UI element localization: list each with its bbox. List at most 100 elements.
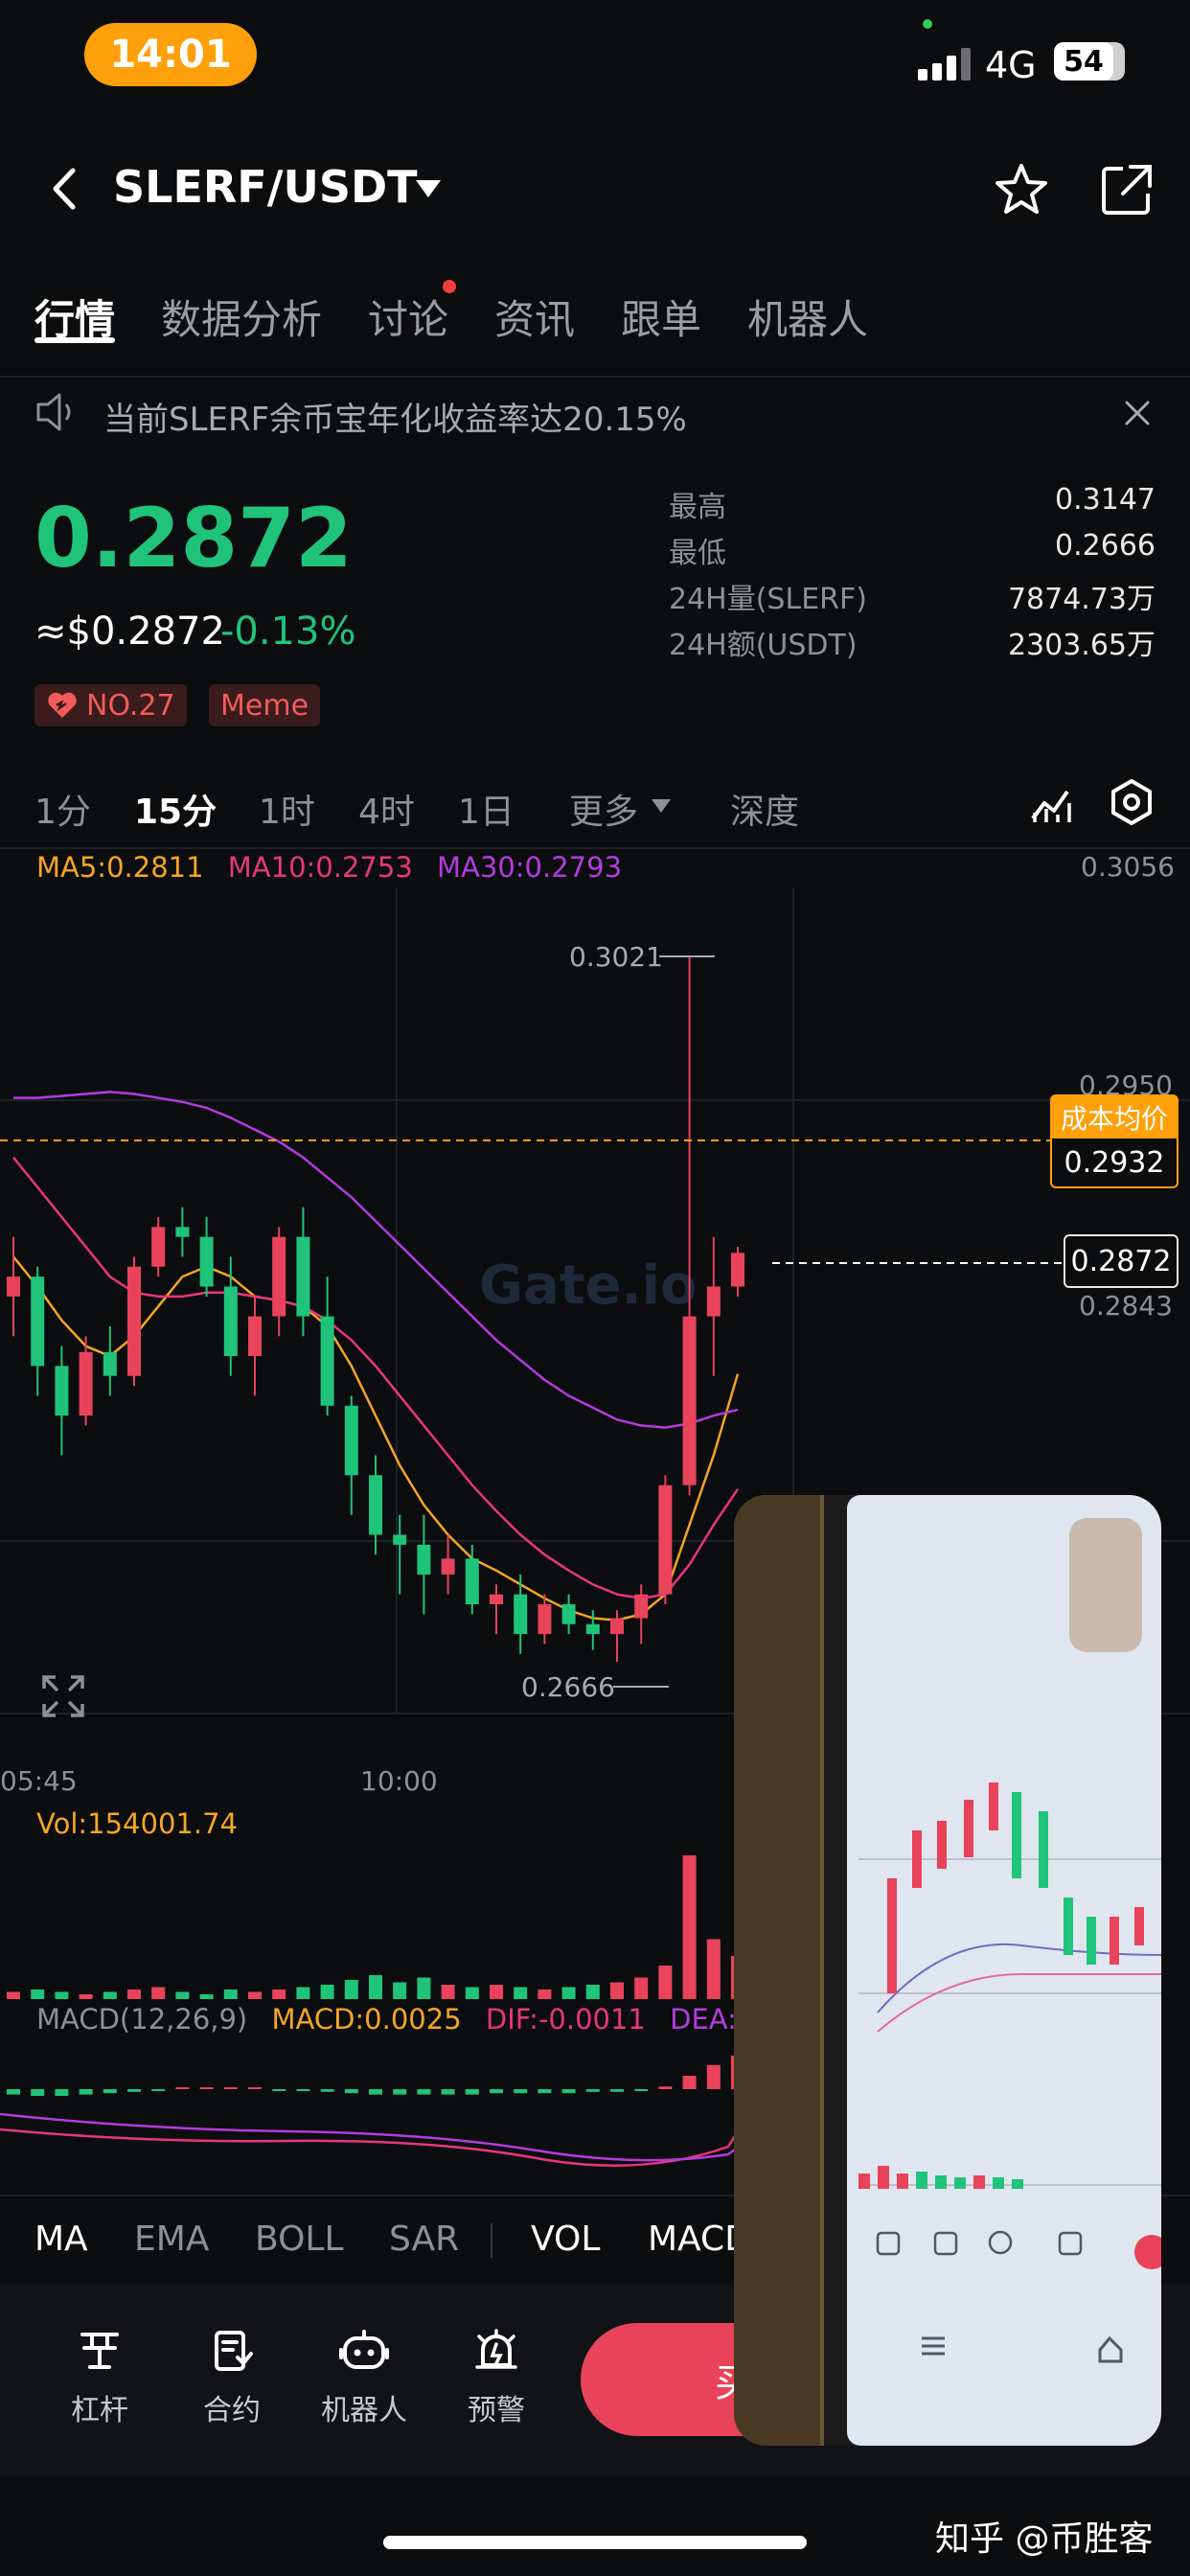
current-price-tag: 0.2872 xyxy=(1064,1234,1179,1288)
dif-value: DIF:-0.0011 xyxy=(485,2003,646,2036)
volume-bar xyxy=(55,1991,69,1999)
candle-body xyxy=(393,1534,407,1545)
candle-body xyxy=(248,1316,262,1357)
indicator-settings-icon[interactable] xyxy=(1027,778,1075,826)
candle-body xyxy=(634,1594,649,1619)
macd-bar xyxy=(55,2089,69,2096)
nav-leverage-label: 杠杆 xyxy=(71,2394,128,2427)
indicator-sar[interactable]: SAR xyxy=(389,2220,459,2259)
tab-robot[interactable]: 机器人 xyxy=(747,288,868,346)
timeframe-1d[interactable]: 1日 xyxy=(458,784,515,834)
chart-settings-icon[interactable] xyxy=(1108,778,1156,826)
tab-copy-trading[interactable]: 跟单 xyxy=(621,288,701,346)
cost-average-box[interactable]: 成本均价 0.2932 xyxy=(1050,1094,1179,1188)
close-notice-icon[interactable] xyxy=(1123,399,1152,427)
candle-body xyxy=(682,1316,697,1485)
nav-contract-label: 合约 xyxy=(203,2394,261,2427)
battery-icon: 54 xyxy=(1054,42,1125,80)
candle-body xyxy=(731,1253,744,1287)
meme-text: Meme xyxy=(220,688,309,723)
candle-body xyxy=(223,1286,238,1357)
candle-body xyxy=(55,1366,69,1416)
fullscreen-icon[interactable] xyxy=(40,1673,86,1719)
pair-title[interactable]: SLERF/USDT xyxy=(113,161,418,213)
dif-line xyxy=(0,2084,768,2167)
candle-body xyxy=(538,1604,552,1635)
video-overlay[interactable] xyxy=(734,1495,1161,2446)
candle-body xyxy=(561,1604,576,1624)
volume-bar xyxy=(585,1985,600,1999)
timeframe-more[interactable]: 更多 xyxy=(569,784,638,834)
network-type: 4G xyxy=(985,44,1037,86)
macd-bar xyxy=(248,2087,262,2089)
timeframe-1m[interactable]: 1分 xyxy=(34,784,91,834)
volume-bar xyxy=(7,1991,20,1999)
nav-contract[interactable]: 合约 xyxy=(174,2329,289,2428)
volume-bar xyxy=(465,1987,479,1999)
timeframe-15m[interactable]: 15分 xyxy=(134,784,217,834)
candle-body xyxy=(465,1558,479,1605)
macd-value: MACD:0.0025 xyxy=(271,2003,462,2036)
candle-body xyxy=(441,1558,455,1575)
macd-bar xyxy=(610,2089,624,2092)
nav-leverage[interactable]: 杠杆 xyxy=(42,2329,157,2428)
macd-bar xyxy=(417,2089,431,2095)
tab-data-analysis[interactable]: 数据分析 xyxy=(161,288,322,346)
cost-average-label: 成本均价 xyxy=(1052,1096,1177,1138)
ma30-value: MA30:0.2793 xyxy=(437,851,623,884)
favorite-star-icon[interactable] xyxy=(993,161,1050,218)
back-icon[interactable] xyxy=(48,165,82,213)
candle-body xyxy=(369,1475,382,1535)
indicator-vol[interactable]: VOL xyxy=(531,2220,600,2259)
volume-bar xyxy=(369,1975,382,1999)
candle xyxy=(175,1207,190,1257)
share-icon[interactable] xyxy=(1098,161,1156,218)
change-percent: -0.13% xyxy=(220,610,356,654)
volume-bar xyxy=(393,1982,407,1999)
indicator-boll[interactable]: BOLL xyxy=(255,2220,344,2259)
heart-icon xyxy=(48,692,77,718)
volume-bar xyxy=(514,1987,528,1999)
home-indicator[interactable] xyxy=(383,2536,807,2549)
ma10-value: MA10:0.2753 xyxy=(227,851,413,884)
axis-tick-2: 0.2843 xyxy=(1079,1290,1173,1322)
more-dropdown-icon[interactable] xyxy=(650,797,673,815)
volume-bar xyxy=(320,1985,334,1999)
tab-discussion[interactable]: 讨论 xyxy=(368,288,448,346)
macd-bar xyxy=(585,2089,600,2092)
candle xyxy=(441,1534,455,1595)
candle xyxy=(272,1227,286,1337)
nav-robot[interactable]: 机器人 xyxy=(307,2329,422,2428)
tab-news[interactable]: 资讯 xyxy=(494,288,575,346)
pair-dropdown-icon[interactable] xyxy=(414,178,443,201)
volume-bar xyxy=(103,1991,117,1999)
tabs-divider xyxy=(0,376,1190,378)
meme-badge[interactable]: Meme xyxy=(209,684,321,726)
macd-bar xyxy=(151,2089,166,2091)
candle-body xyxy=(417,1544,431,1575)
candle xyxy=(706,1236,721,1376)
rank-badge[interactable]: NO.27 xyxy=(34,684,187,726)
indicator-ma[interactable]: MA xyxy=(34,2220,88,2259)
volume-bar xyxy=(175,1991,190,1999)
candle-body xyxy=(585,1623,600,1635)
battery-level: 54 xyxy=(1054,42,1113,80)
indicator-ema[interactable]: EMA xyxy=(134,2220,209,2259)
nav-robot-label: 机器人 xyxy=(321,2394,407,2427)
candle-body xyxy=(7,1276,20,1297)
candle xyxy=(561,1594,576,1635)
timeframe-1h[interactable]: 1时 xyxy=(259,784,315,834)
macd-bar xyxy=(296,2089,310,2091)
macd-bar xyxy=(272,2089,286,2091)
candle-body xyxy=(79,1351,93,1416)
timeframe-depth[interactable]: 深度 xyxy=(730,784,799,834)
macd-bar xyxy=(79,2089,93,2095)
nav-alarm[interactable]: 预警 xyxy=(439,2329,554,2428)
volume-bar xyxy=(706,1939,721,1999)
macd-params: MACD(12,26,9) xyxy=(36,2003,248,2036)
candle xyxy=(417,1514,431,1615)
rank-text: NO.27 xyxy=(86,688,175,723)
notice-text[interactable]: 当前SLERF余币宝年化收益率达20.15% xyxy=(103,393,687,440)
timeframe-4h[interactable]: 4时 xyxy=(358,784,415,834)
macd-bar xyxy=(344,2089,358,2094)
